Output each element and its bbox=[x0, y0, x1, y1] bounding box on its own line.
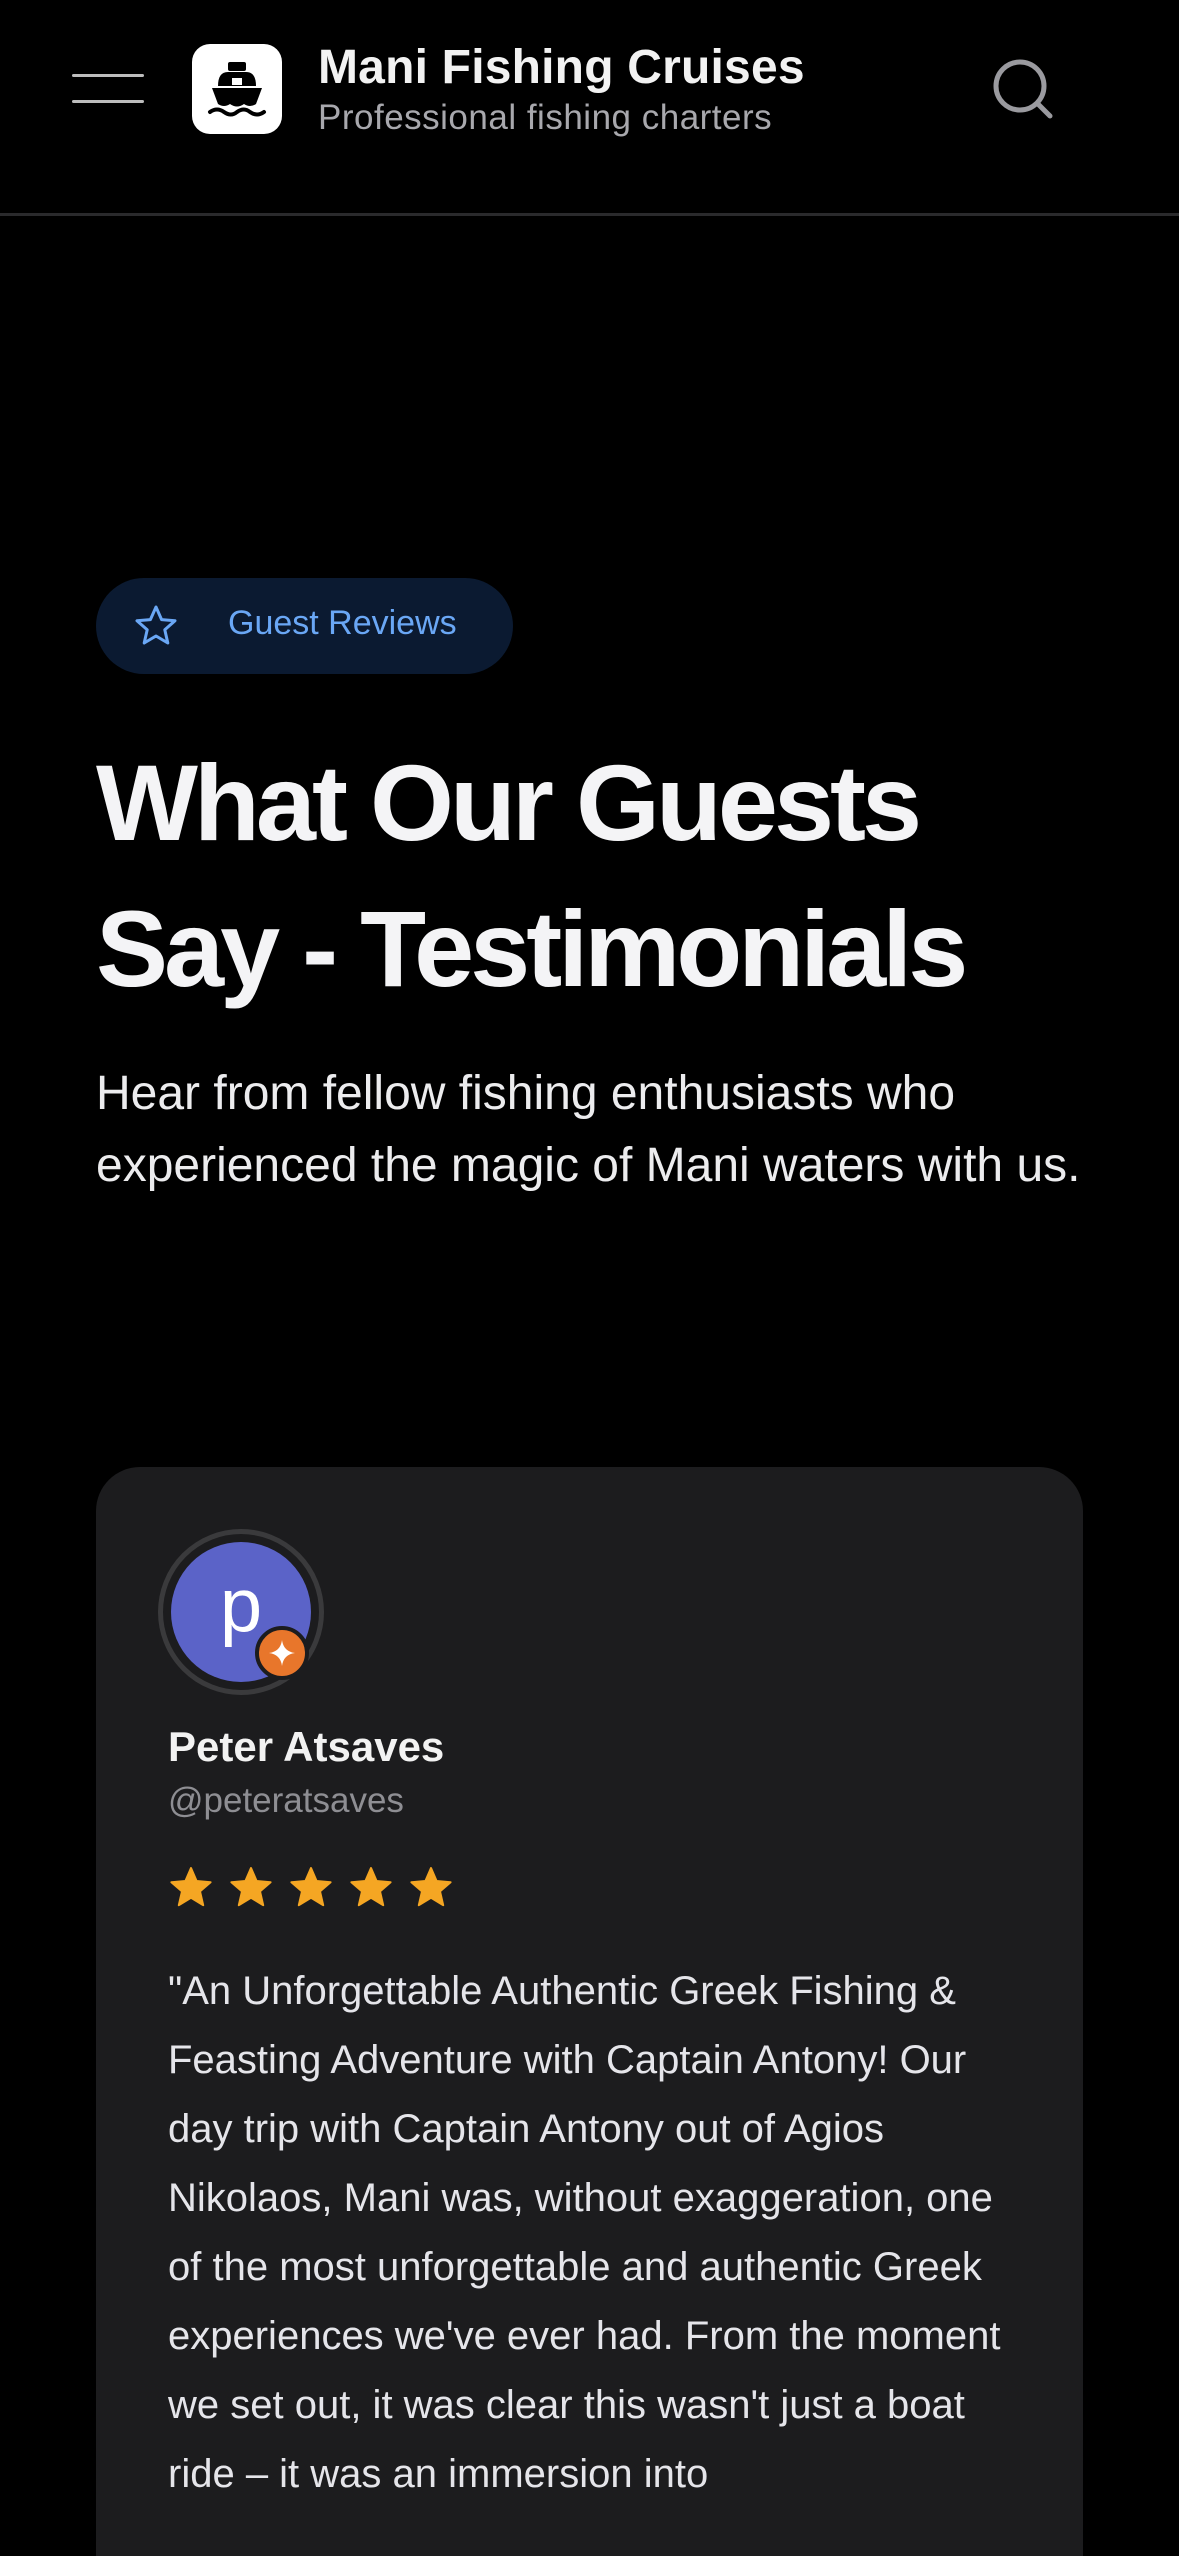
search-icon[interactable] bbox=[990, 56, 1056, 122]
section-intro: Hear from fellow fishing enthusiasts who… bbox=[96, 1067, 1081, 1192]
testimonial-card: p Peter Atsaves @peteratsaves "An Unforg… bbox=[96, 1467, 1083, 2556]
review-text: "An Unforgettable Authentic Greek Fishin… bbox=[168, 1969, 1001, 2496]
guest-reviews-badge: Guest Reviews bbox=[96, 578, 513, 674]
star-icon bbox=[410, 1867, 452, 1907]
page-title: What Our Guests Say - Testimonials bbox=[96, 730, 1096, 1022]
badge-label: Guest Reviews bbox=[228, 604, 457, 642]
star-icon bbox=[230, 1867, 272, 1907]
star-icon bbox=[290, 1867, 332, 1907]
testimonials-page: Mani Fishing Cruises Professional fishin… bbox=[0, 0, 1179, 2556]
reviewer-handle: @peteratsaves bbox=[168, 1781, 404, 1820]
star-icon bbox=[350, 1867, 392, 1907]
avatar: p bbox=[158, 1529, 324, 1695]
avatar-letter: p bbox=[219, 1563, 263, 1648]
ship-icon[interactable] bbox=[192, 44, 282, 134]
reviewer-name: Peter Atsaves bbox=[168, 1723, 445, 1770]
title-line-1: What Our Guests bbox=[96, 742, 922, 863]
star-icon bbox=[170, 1867, 212, 1907]
sparkle-icon bbox=[255, 1626, 309, 1680]
star-rating bbox=[168, 1865, 454, 1911]
title-line-2: Say - Testimonials bbox=[96, 888, 968, 1009]
star-outline-icon bbox=[132, 602, 180, 650]
hamburger-menu-icon[interactable] bbox=[72, 70, 144, 106]
brand-title[interactable]: Mani Fishing Cruises bbox=[318, 40, 805, 95]
brand-subtitle: Professional fishing charters bbox=[318, 98, 773, 137]
top-nav-bar: Mani Fishing Cruises Professional fishin… bbox=[0, 0, 1179, 216]
